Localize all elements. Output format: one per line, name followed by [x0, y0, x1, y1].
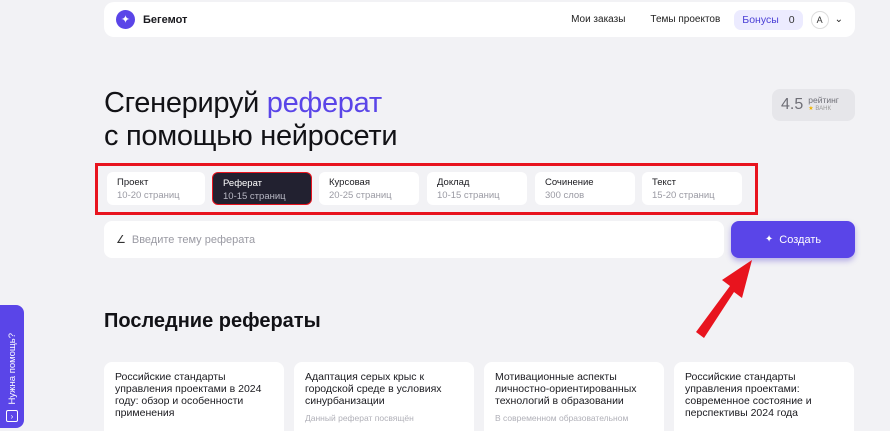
- bonus-count: 0: [788, 13, 795, 26]
- topic-input-wrapper: ∠: [104, 221, 724, 258]
- type-name: Текст: [652, 177, 676, 188]
- type-name: Доклад: [437, 177, 470, 188]
- brand-name: Бегемот: [143, 13, 188, 26]
- type-pages: 10-15 страниц: [437, 190, 500, 201]
- title-prefix: Сгенерируй: [104, 87, 267, 119]
- bonus-button[interactable]: Бонусы 0: [734, 9, 803, 30]
- type-pages: 10-15 страниц: [223, 191, 286, 202]
- title-accent: реферат: [266, 87, 382, 119]
- recent-card[interactable]: Российские стандарты управления проектам…: [674, 362, 854, 431]
- rating-meta: рейтинг ★ ВАНК: [808, 96, 839, 114]
- rating-badge: 4.5 рейтинг ★ ВАНК: [772, 89, 855, 121]
- recent-section-title: Последние рефераты: [104, 310, 321, 332]
- type-name: Реферат: [223, 178, 263, 189]
- logo[interactable]: ✦ Бегемот: [116, 10, 187, 29]
- type-option-essay[interactable]: Реферат 10-15 страниц: [212, 172, 312, 205]
- title-line2: с помощью нейросети: [104, 120, 398, 152]
- avatar[interactable]: A: [810, 10, 829, 29]
- create-button-label: Создать: [779, 233, 822, 246]
- logo-sparkle-icon: ✦: [116, 10, 135, 29]
- type-name: Проект: [117, 177, 149, 188]
- recent-card[interactable]: Адаптация серых крыс к городской среде в…: [294, 362, 474, 431]
- top-header: ✦ Бегемот Мои заказы Темы проектов Бонус…: [104, 2, 855, 37]
- type-option-project[interactable]: Проект 10-20 страниц: [107, 172, 205, 205]
- type-pages: 10-20 страниц: [117, 190, 180, 201]
- page-title: Сгенерируй реферат с помощью нейросети: [104, 87, 398, 153]
- type-option-text[interactable]: Текст 15-20 страниц: [642, 172, 742, 205]
- rating-source: ★ ВАНК: [808, 105, 839, 114]
- type-name: Сочинение: [545, 177, 594, 188]
- card-snippet: Данный реферат посвящён: [305, 413, 414, 423]
- main-nav: Мои заказы Темы проектов Бонусы 0 A ⌄: [571, 9, 843, 30]
- bonus-label: Бонусы: [742, 13, 779, 26]
- sparkle-icon: ✦: [764, 234, 774, 245]
- recent-card[interactable]: Мотивационные аспекты личностно-ориентир…: [484, 362, 664, 431]
- card-title: Мотивационные аспекты личностно-ориентир…: [495, 371, 637, 407]
- type-pages: 20-25 страниц: [329, 190, 392, 201]
- topic-input[interactable]: [131, 233, 692, 246]
- type-option-report[interactable]: Доклад 10-15 страниц: [427, 172, 527, 205]
- type-pages: 300 слов: [545, 190, 585, 201]
- create-button[interactable]: ✦ Создать: [731, 221, 855, 258]
- type-option-composition[interactable]: Сочинение 300 слов: [535, 172, 635, 205]
- card-snippet: В современном образовательном: [495, 413, 629, 423]
- type-option-coursework[interactable]: Курсовая 20-25 страниц: [319, 172, 419, 205]
- card-title: Российские стандарты управления проектам…: [115, 371, 262, 419]
- chevron-down-icon[interactable]: ⌄: [835, 14, 843, 25]
- type-name: Курсовая: [329, 177, 370, 188]
- nav-my-orders[interactable]: Мои заказы: [571, 14, 625, 25]
- help-label: Нужна помощь?: [6, 333, 18, 405]
- card-title: Российские стандарты управления проектам…: [685, 371, 812, 419]
- recent-card[interactable]: Российские стандарты управления проектам…: [104, 362, 284, 431]
- pencil-icon: ∠: [116, 234, 126, 246]
- card-title: Адаптация серых крыс к городской среде в…: [305, 371, 442, 407]
- type-pages: 15-20 страниц: [652, 190, 715, 201]
- help-tab[interactable]: Нужна помощь? ›: [0, 305, 24, 428]
- arrow-annotation-icon: [696, 260, 752, 338]
- rating-source-name: ВАНК: [815, 106, 831, 112]
- rating-label: рейтинг: [808, 95, 839, 105]
- star-icon: ★: [808, 106, 814, 112]
- chat-icon: ›: [6, 410, 18, 422]
- rating-value: 4.5: [781, 96, 804, 113]
- nav-project-topics[interactable]: Темы проектов: [650, 14, 720, 25]
